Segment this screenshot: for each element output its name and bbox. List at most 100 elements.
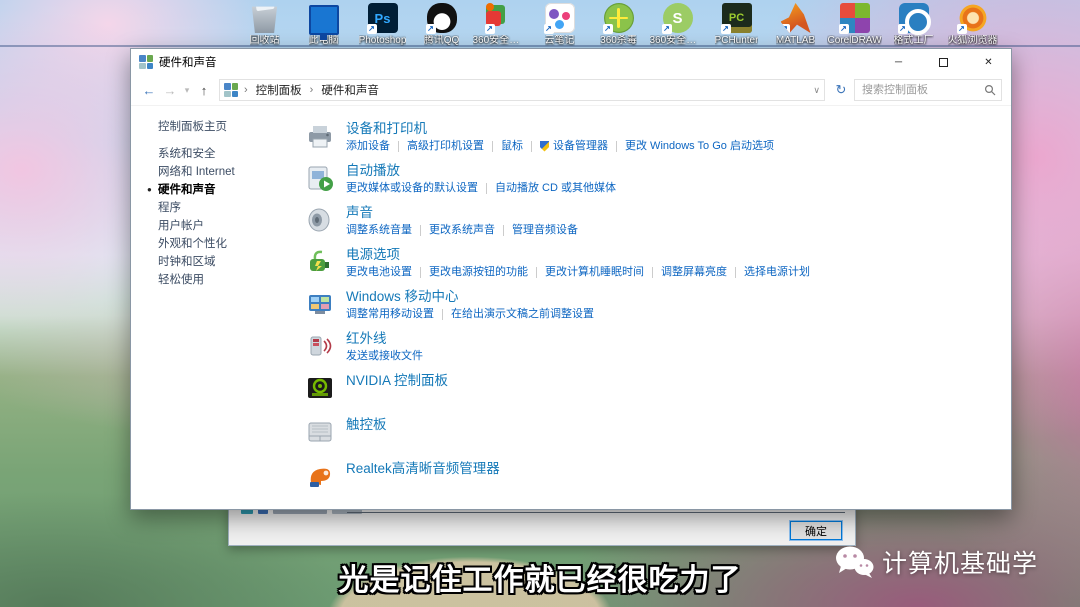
desktop-icon-label: 360安全浏览器 [650,35,706,46]
desktop-icon[interactable]: PC↗PCHunter [710,3,763,46]
search-box[interactable] [854,79,1002,101]
sidebar-item[interactable]: 外观和个性化 [158,235,303,253]
link-divider [735,267,736,278]
control-panel-window: 硬件和声音 ─ ✕ ← → ▾ ↑ ›控制面板›硬件和声音 ∨ ↻ [130,48,1012,510]
desktop-icon[interactable]: 此电脑 [297,3,350,46]
link-divider [531,141,532,152]
minimize-button[interactable]: ─ [876,49,921,75]
shortcut-arrow-icon: ↗ [485,24,495,34]
section-title-link[interactable]: 自动播放 [346,162,616,179]
refresh-icon[interactable]: ↻ [831,82,851,98]
desktop-icon[interactable]: ↗360杀毒 [592,3,645,46]
coreldraw-icon: ↗ [840,3,870,33]
section-text: NVIDIA 控制面板 [346,372,448,403]
task-link[interactable]: 自动播放 CD 或其他媒体 [495,181,616,195]
content-section: 红外线发送或接收文件 [305,330,1003,363]
task-links: 调整系统音量 更改系统声音 管理音频设备 [346,223,578,237]
sound-icon [305,205,335,235]
desktop-icon[interactable]: ↗火狐浏览器 [946,3,999,46]
history-dropdown-icon[interactable]: ▾ [182,85,192,96]
category-sidebar: 控制面板主页系统和安全网络和 Internet●硬件和声音程序用户帐户外观和个性… [131,118,303,289]
desktop-icon[interactable]: 回收站 [238,3,291,46]
maximize-icon [939,58,948,67]
nvidia-icon [305,373,335,403]
desktop-icon[interactable]: ↗云笔记 [533,3,586,46]
window-body: 控制面板主页系统和安全网络和 Internet●硬件和声音程序用户帐户外观和个性… [131,106,1011,508]
search-input[interactable] [860,83,984,97]
shortcut-arrow-icon: ↗ [544,24,554,34]
breadcrumb: ›控制面板›硬件和声音 [224,81,381,99]
task-link[interactable]: 管理音频设备 [512,223,578,237]
task-link[interactable]: 在给出演示文稿之前调整设置 [451,307,594,321]
back-button[interactable]: ← [140,83,158,98]
section-title-link[interactable]: Realtek高清晰音频管理器 [346,460,500,477]
section-title-link[interactable]: 设备和打印机 [346,120,774,137]
desktop-icon[interactable]: ↗ CorelDRAW [828,3,881,46]
title-bar[interactable]: 硬件和声音 ─ ✕ [131,49,1011,75]
section-title-link[interactable]: 电源选项 [346,246,810,263]
forward-button[interactable]: → [161,83,179,98]
task-link[interactable]: 更改计算机睡眠时间 [545,265,644,279]
task-link[interactable]: 调整常用移动设置 [346,307,434,321]
active-bullet: ● [147,181,152,199]
desktop-icon[interactable]: S↗360安全浏览器 [651,3,704,46]
task-link[interactable]: 更改媒体或设备的默认设置 [346,181,478,195]
shortcut-arrow-icon: ↗ [898,24,908,34]
breadcrumb-item[interactable]: 控制面板 [254,81,304,99]
section-title-link[interactable]: NVIDIA 控制面板 [346,372,448,389]
sidebar-item[interactable]: 网络和 Internet [158,163,303,181]
address-bar[interactable]: ›控制面板›硬件和声音 ∨ [219,79,825,101]
task-link[interactable]: 调整屏幕亮度 [661,265,727,279]
sidebar-item[interactable]: 控制面板主页 [158,118,303,136]
firefox-icon: ↗ [958,3,988,33]
link-divider [486,183,487,194]
matlab-icon: ↗ [781,3,811,33]
link-divider [492,141,493,152]
task-link[interactable]: 调整系统音量 [346,223,412,237]
up-button[interactable]: ↑ [195,83,213,98]
content-section: Realtek高清晰音频管理器 [305,460,1003,491]
desktop-icon-label: 回收站 [250,35,280,46]
task-link[interactable]: 选择电源计划 [744,265,810,279]
task-link[interactable]: 更改 Windows To Go 启动选项 [625,139,774,153]
section-title-link[interactable]: 红外线 [346,330,423,347]
desktop-icon[interactable]: ↗MATLAB [769,3,822,46]
section-title-link[interactable]: 声音 [346,204,578,221]
section-title-link[interactable]: 触控板 [346,416,387,433]
autoplay-icon [305,163,335,193]
desktop-icon[interactable]: ↗360安全卫士 [474,3,527,46]
close-button[interactable]: ✕ [966,49,1011,75]
task-link[interactable]: 高级打印机设置 [407,139,484,153]
content-section: 触控板 [305,416,1003,447]
breadcrumb-item[interactable]: 硬件和声音 [319,81,381,99]
sidebar-item[interactable]: 用户帐户 [158,217,303,235]
control-panel-icon [224,83,238,97]
link-divider [536,267,537,278]
task-link[interactable]: 添加设备 [346,139,390,153]
link-divider [420,225,421,236]
task-link[interactable]: 更改系统声音 [429,223,495,237]
section-title-link[interactable]: Windows 移动中心 [346,288,594,305]
desktop-icon[interactable]: Ps↗Photoshop [356,3,409,46]
sidebar-item[interactable]: 时钟和区域 [158,253,303,271]
desktop-icon[interactable]: ↗腾讯QQ [415,3,468,46]
link-divider [420,267,421,278]
address-dropdown-icon[interactable]: ∨ [813,85,820,96]
task-link[interactable]: 更改电源按钮的功能 [429,265,528,279]
task-link[interactable]: 鼠标 [501,139,523,153]
task-link[interactable]: 设备管理器 [540,139,608,153]
task-link[interactable]: 更改电池设置 [346,265,412,279]
desktop-icon[interactable]: ↗格式工厂 [887,3,940,46]
sidebar-item[interactable]: ●硬件和声音 [158,181,303,199]
task-link[interactable]: 发送或接收文件 [346,349,423,363]
ok-button[interactable]: 确定 [790,521,842,540]
desktop-icon-label: CorelDRAW [827,35,881,46]
infrared-icon [305,331,335,361]
shortcut-arrow-icon: ↗ [426,24,436,34]
desktop-icon-row: 回收站 此电脑Ps↗Photoshop↗腾讯QQ↗360安全卫士↗云笔记↗360杀… [238,3,999,46]
sidebar-item[interactable]: 轻松使用 [158,271,303,289]
sidebar-item[interactable]: 系统和安全 [158,145,303,163]
navigation-toolbar: ← → ▾ ↑ ›控制面板›硬件和声音 ∨ ↻ [131,75,1011,106]
maximize-button[interactable] [921,49,966,75]
sidebar-item[interactable]: 程序 [158,199,303,217]
